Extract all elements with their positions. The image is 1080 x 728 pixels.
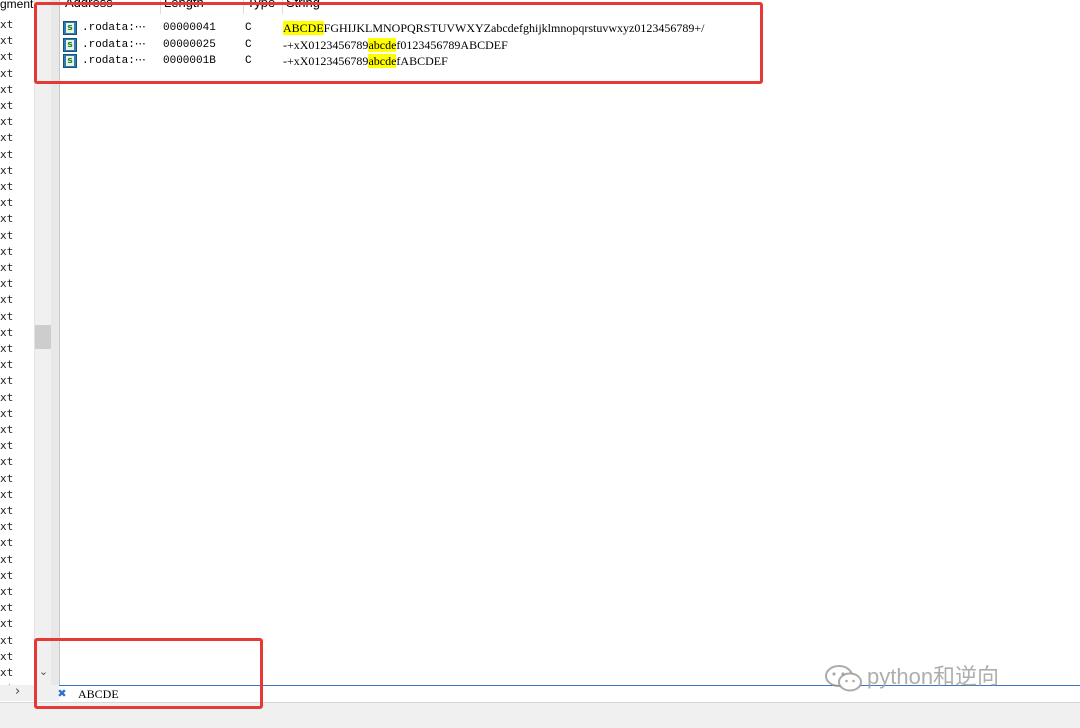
type-cell: C [245, 55, 252, 67]
watermark: python和逆向 [823, 660, 999, 694]
segment-row[interactable]: xt [0, 535, 13, 551]
match-highlight: abcde [368, 37, 397, 52]
match-highlight: abcde [368, 54, 397, 68]
scrollbar-thumb[interactable] [35, 325, 52, 349]
segment-row[interactable]: xt [0, 454, 13, 470]
close-icon[interactable]: ✖ [55, 687, 69, 701]
segment-row[interactable]: xt [0, 147, 13, 163]
segment-row[interactable]: xt [0, 390, 13, 406]
segment-row[interactable]: xt [0, 98, 13, 114]
vertical-scrollbar[interactable]: ⌄ [34, 0, 52, 685]
string-text: -+xX0123456789 [283, 54, 369, 68]
segment-row[interactable]: xt [0, 616, 13, 632]
segment-row[interactable]: xt [0, 649, 13, 665]
column-header-string[interactable]: String [286, 0, 320, 10]
string-cell: ABCDEFGHIJKLMNOPQRSTUVWXYZabcdefghijklmn… [283, 20, 704, 36]
string-icon: s [63, 21, 77, 35]
segment-row[interactable]: xt [0, 503, 13, 519]
scroll-corner: › [0, 685, 59, 701]
segment-row[interactable]: xt [0, 341, 13, 357]
segment-row[interactable]: xt [0, 33, 13, 49]
string-row[interactable]: s .rodata:⋯ 00000041 C ABCDEFGHIJKLMNOPQRSTU… [60, 20, 1080, 36]
column-header-address[interactable]: Address [65, 0, 113, 10]
segment-row[interactable]: xt [0, 487, 13, 503]
string-text: fABCDEF [396, 54, 448, 68]
column-header-type[interactable]: Type [247, 0, 275, 10]
match-highlight: ABCDE [283, 21, 324, 35]
segment-row[interactable]: xt [0, 357, 13, 373]
string-cell: -+xX0123456789abcdefABCDEF [283, 53, 448, 69]
type-cell: C [245, 38, 252, 51]
chevron-right-icon[interactable]: › [15, 685, 20, 699]
string-text: -+xX0123456789 [283, 37, 369, 52]
segment-row[interactable]: xt [0, 179, 13, 195]
segment-row[interactable]: xt [0, 130, 13, 146]
segment-row[interactable]: xt [0, 260, 13, 276]
segment-row[interactable]: xt [0, 519, 13, 535]
address-cell: .rodata:⋯ [82, 38, 146, 51]
segment-row[interactable]: xt [0, 325, 13, 341]
address-cell: .rodata:⋯ [82, 22, 146, 34]
segment-list: gment S xtxtxtxtxtxtxtxtxtxtxtxtxtxtxtxt… [0, 0, 34, 685]
scroll-down-arrow-icon[interactable]: ⌄ [35, 664, 52, 680]
string-row[interactable]: s .rodata:⋯ 0000001B C -+xX0123456789abcdefA… [60, 53, 1080, 69]
segment-row[interactable]: xt [0, 244, 13, 260]
string-text: FGHIJKLMNOPQRSTUVWXYZabcdefghijklmnopqrs… [323, 21, 705, 35]
wechat-icon [825, 665, 862, 692]
strings-window: Address Length Type String s .rodata:⋯ 000… [60, 0, 1080, 685]
segment-row[interactable]: xt [0, 163, 13, 179]
string-icon: s [63, 54, 77, 68]
status-bar [0, 702, 1080, 728]
segment-row[interactable]: xt [0, 195, 13, 211]
segment-row[interactable]: xt [0, 568, 13, 584]
segment-column-header[interactable]: gment S [0, 0, 34, 11]
string-icon: s [63, 37, 77, 52]
segment-row[interactable]: xt [0, 114, 13, 130]
segment-row[interactable]: xt [0, 82, 13, 98]
segment-row[interactable]: xt [0, 422, 13, 438]
segment-row[interactable]: xt [0, 600, 13, 616]
string-row[interactable]: s .rodata:⋯ 00000025 C -+xX0123456789abcdef0… [60, 37, 1080, 53]
column-divider[interactable] [243, 0, 244, 14]
length-cell: 00000041 [163, 22, 216, 34]
segment-row[interactable]: xt [0, 309, 13, 325]
segment-row[interactable]: xt [0, 228, 13, 244]
segment-row[interactable]: xt [0, 584, 13, 600]
string-cell: -+xX0123456789abcdef0123456789ABCDEF [283, 37, 508, 53]
segment-row[interactable]: xt [0, 373, 13, 389]
segment-row[interactable]: xt [0, 276, 13, 292]
column-header-length[interactable]: Length [164, 0, 204, 10]
length-cell: 0000001B [163, 55, 216, 67]
segment-row[interactable]: xt [0, 438, 13, 454]
segment-row[interactable]: xt [0, 17, 13, 33]
pane-splitter[interactable] [51, 0, 60, 685]
type-cell: C [245, 22, 252, 34]
length-cell: 00000025 [163, 38, 216, 51]
string-text: f0123456789ABCDEF [396, 37, 508, 52]
column-divider[interactable] [160, 0, 161, 14]
segment-row[interactable]: xt [0, 292, 13, 308]
segment-row[interactable]: xt [0, 552, 13, 568]
segment-row[interactable]: xt [0, 665, 13, 681]
segment-row[interactable]: xt [0, 633, 13, 649]
watermark-text: python和逆向 [867, 664, 1000, 689]
segment-row[interactable]: xt [0, 211, 13, 227]
segment-row[interactable]: xt [0, 49, 13, 65]
column-divider[interactable] [282, 0, 283, 14]
address-cell: .rodata:⋯ [82, 55, 146, 67]
segment-row[interactable]: xt [0, 406, 13, 422]
segment-row[interactable]: xt [0, 66, 13, 82]
segment-row[interactable]: xt [0, 471, 13, 487]
